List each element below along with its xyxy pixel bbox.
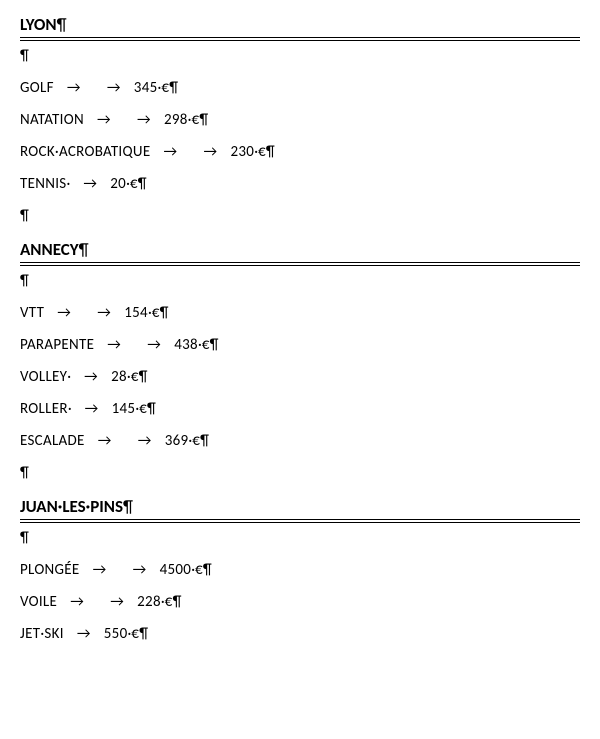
price-row: TENNIS·→20·€¶	[20, 175, 580, 193]
tab-mark: →	[64, 625, 104, 643]
activity-name: TENNIS	[20, 175, 66, 193]
pilcrow-mark: ¶	[203, 561, 212, 579]
activity-name: JET·SKI	[20, 625, 64, 643]
price-row: VOLLEY·→28·€¶	[20, 368, 580, 386]
price-row: VTT→→154·€¶	[20, 304, 580, 322]
activity-name: ESCALADE	[20, 432, 85, 450]
pilcrow-mark: ¶	[139, 368, 148, 386]
price: 230	[230, 143, 254, 161]
pilcrow-mark: ¶	[169, 79, 178, 97]
currency: €	[139, 400, 147, 418]
price-row: JET·SKI→550·€¶	[20, 625, 580, 643]
blank-paragraph: ¶	[20, 207, 580, 225]
activity-name: ROCK·ACROBATIQUE	[20, 143, 150, 161]
price: 145	[112, 400, 136, 418]
tab-mark: →	[54, 79, 94, 97]
section-rule	[20, 519, 580, 523]
blank-paragraph: ¶	[20, 464, 580, 482]
section-title: JUAN·LES·PINS¶	[20, 496, 580, 517]
currency: €	[258, 143, 266, 161]
price-row: PLONGÉE→→4500·€¶	[20, 561, 580, 579]
pilcrow-mark: ¶	[199, 111, 208, 129]
tab-mark: →	[84, 304, 124, 322]
pilcrow-mark: ¶	[138, 175, 147, 193]
currency: €	[131, 368, 139, 386]
tab-mark: →	[84, 111, 124, 129]
price: 20	[110, 175, 126, 193]
price-row: PARAPENTE→→438·€¶	[20, 336, 580, 354]
tab-mark: →	[150, 143, 190, 161]
pilcrow-mark: ¶	[79, 239, 89, 260]
pilcrow-mark: ¶	[200, 432, 209, 450]
section-rule	[20, 37, 580, 41]
activity-name: PLONGÉE	[20, 561, 80, 579]
blank-paragraph: ¶	[20, 47, 580, 65]
tab-mark: →	[120, 561, 160, 579]
document-body: LYON¶¶GOLF→→345·€¶NATATION→→298·€¶ROCK·A…	[20, 14, 580, 643]
activity-name: NATATION	[20, 111, 84, 129]
price: 438	[174, 336, 198, 354]
blank-paragraph: ¶	[20, 529, 580, 547]
activity-name: PARAPENTE	[20, 336, 94, 354]
pilcrow-mark: ¶	[160, 304, 169, 322]
tab-mark: →	[85, 432, 125, 450]
price-row: VOILE→→228·€¶	[20, 593, 580, 611]
price-row: NATATION→→298·€¶	[20, 111, 580, 129]
section-title: ANNECY¶	[20, 239, 580, 260]
price: 550	[104, 625, 128, 643]
pilcrow-mark: ¶	[139, 625, 148, 643]
currency: €	[195, 561, 203, 579]
price-row: GOLF→→345·€¶	[20, 79, 580, 97]
tab-mark: →	[44, 304, 84, 322]
tab-mark: →	[71, 368, 111, 386]
currency: €	[192, 432, 200, 450]
price: 28	[111, 368, 127, 386]
section-rule	[20, 262, 580, 266]
activity-name: VTT	[20, 304, 44, 322]
tab-mark: →	[125, 432, 165, 450]
activity-name: GOLF	[20, 79, 54, 97]
price: 369	[165, 432, 189, 450]
tab-mark: →	[80, 561, 120, 579]
tab-mark: →	[94, 336, 134, 354]
price: 154	[124, 304, 148, 322]
tab-mark: →	[97, 593, 137, 611]
price-row: ROCK·ACROBATIQUE→→230·€¶	[20, 143, 580, 161]
currency: €	[165, 593, 173, 611]
pilcrow-mark: ¶	[57, 14, 67, 35]
price: 228	[137, 593, 161, 611]
pilcrow-mark: ¶	[173, 593, 182, 611]
section-title: LYON¶	[20, 14, 580, 35]
tab-mark: →	[94, 79, 134, 97]
currency: €	[152, 304, 160, 322]
price: 345	[134, 79, 158, 97]
pilcrow-mark: ¶	[147, 400, 156, 418]
pilcrow-mark: ¶	[210, 336, 219, 354]
currency: €	[202, 336, 210, 354]
activity-name: VOLLEY	[20, 368, 67, 386]
tab-mark: →	[190, 143, 230, 161]
blank-paragraph: ¶	[20, 272, 580, 290]
currency: €	[130, 175, 138, 193]
pilcrow-mark: ¶	[123, 496, 133, 517]
activity-name: VOILE	[20, 593, 57, 611]
price-row: ROLLER·→145·€¶	[20, 400, 580, 418]
tab-mark: →	[70, 175, 110, 193]
price: 298	[164, 111, 188, 129]
activity-name: ROLLER	[20, 400, 68, 418]
tab-mark: →	[57, 593, 97, 611]
pilcrow-mark: ¶	[266, 143, 275, 161]
price-row: ESCALADE→→369·€¶	[20, 432, 580, 450]
price: 4500	[160, 561, 192, 579]
tab-mark: →	[124, 111, 164, 129]
tab-mark: →	[72, 400, 112, 418]
tab-mark: →	[134, 336, 174, 354]
